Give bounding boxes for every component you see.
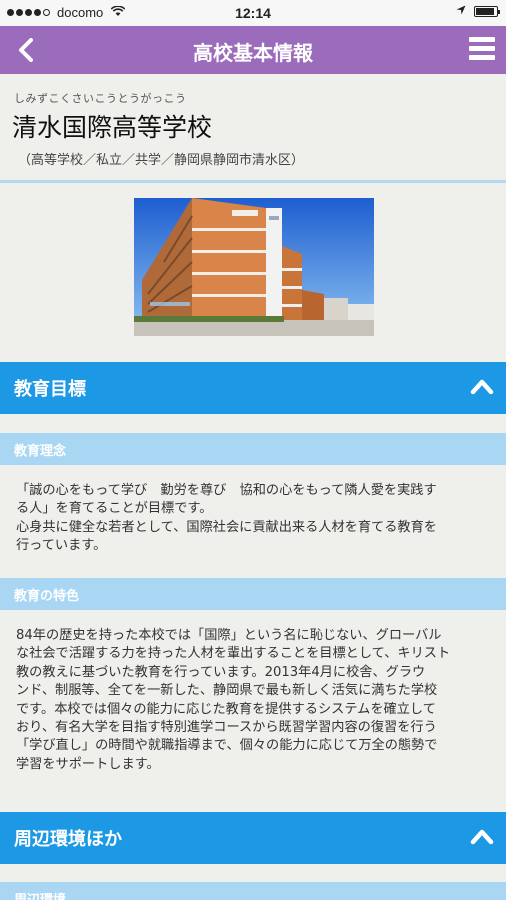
location-arrow-icon [456, 5, 466, 18]
text-line: 学習をサポートします。 [16, 756, 160, 772]
nav-bar: 高校基本情報 [0, 26, 506, 74]
school-photo [134, 198, 374, 336]
text-line: おり、有名大学を目指す特別進学コースから既習学習内容の復習を行う [16, 720, 437, 736]
text-line: です。本校では個々の能力に応じた教育を提供するシステムを確立して [16, 701, 436, 717]
subsection-title: 教育理念 [14, 444, 67, 459]
header-divider [0, 180, 506, 183]
battery-icon [474, 6, 500, 17]
menu-button[interactable] [469, 37, 495, 61]
school-header: しみずこくさいこうとうがっこう 清水国際高等学校 （高等学校／私立／共学／静岡県… [0, 74, 506, 182]
section-title: 周辺環境ほか [14, 829, 122, 850]
school-meta: （高等学校／私立／共学／静岡県静岡市清水区） [18, 153, 305, 168]
text-line: 教の教えに基づいた教育を行っています。2013年4月に校舎、グラウ [16, 664, 426, 680]
section-title: 教育目標 [14, 379, 86, 400]
chevron-up-icon [470, 379, 494, 395]
chevron-up-icon [470, 829, 494, 845]
text-line: 行っています。 [16, 538, 107, 554]
subsection-title: 教育の特色 [14, 589, 80, 604]
subsection-header-surroundings: 周辺環境 [0, 882, 506, 900]
text-line: な社会で活躍する力を持った人材を輩出することを目標として、キリスト [16, 646, 451, 662]
subsection-title: 周辺環境 [14, 889, 66, 900]
subsection-header-philosophy: 教育理念 [0, 433, 506, 465]
philosophy-text: 「誠の心をもって学び 勤労を尊び 協和の心をもって隣人愛を実践す る人」を育てる… [16, 482, 494, 556]
school-name: 清水国際高等学校 [12, 113, 213, 142]
text-line: 「学び直し」の時間や就職指導まで、個々の能力に応じて万全の態勢で [16, 738, 438, 754]
status-bar: docomo 12:14 [0, 0, 506, 26]
features-text: 84年の歴史を持った本校では「国際」という名に恥じない、グローバル な社会で活躍… [16, 627, 494, 774]
text-line: 心身共に健全な若者として、国際社会に貢献出来る人材を育てる教育を [16, 519, 437, 535]
section-header-surroundings[interactable]: 周辺環境ほか [0, 812, 506, 864]
text-line: 84年の歴史を持った本校では「国際」という名に恥じない、グローバル [16, 628, 442, 643]
subsection-header-features: 教育の特色 [0, 578, 506, 610]
status-clock: 12:14 [235, 5, 271, 21]
hamburger-icon [469, 37, 495, 42]
text-line: る人」を育てることが目標です。 [16, 501, 213, 517]
school-name-reading: しみずこくさいこうとうがっこう [14, 92, 187, 105]
text-line: ンド、制服等、全てを一新した、静岡県で最も新しく活気に満ちた学校 [16, 683, 438, 699]
page-title: 高校基本情報 [193, 41, 313, 65]
status-right [456, 5, 500, 18]
section-header-education-goals[interactable]: 教育目標 [0, 362, 506, 414]
text-line: 「誠の心をもって学び 勤労を尊び 協和の心をもって隣人愛を実践す [16, 483, 437, 498]
